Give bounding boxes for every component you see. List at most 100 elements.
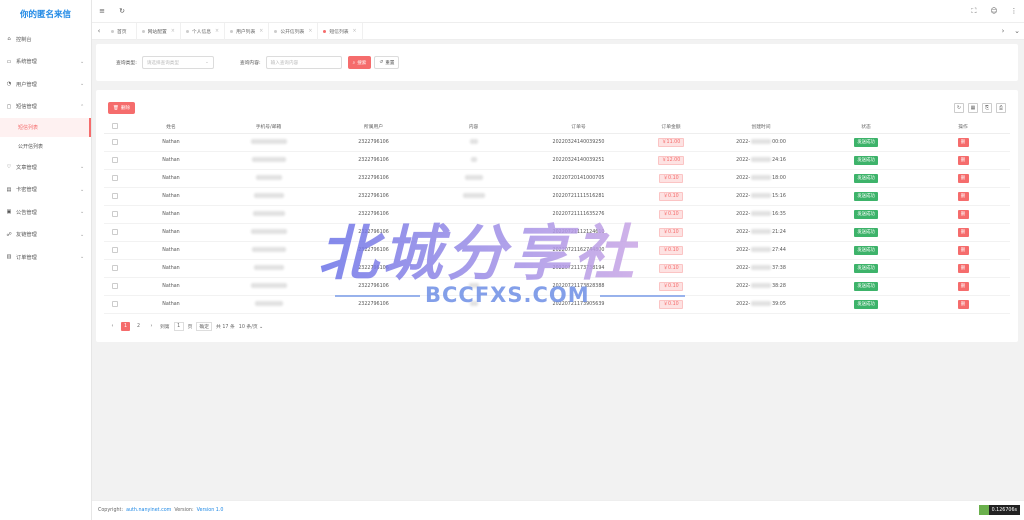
order-number-cell: 20220324140039250 bbox=[521, 133, 636, 152]
chevron-icon: ⌄ bbox=[80, 58, 85, 65]
column-header: 订单号 bbox=[521, 120, 636, 134]
column-header: 所属用户 bbox=[321, 120, 426, 134]
row-checkbox[interactable] bbox=[112, 210, 118, 217]
row-checkbox[interactable] bbox=[112, 156, 118, 163]
row-delete-button[interactable]: 删 bbox=[957, 155, 969, 165]
select-all-checkbox[interactable] bbox=[112, 123, 118, 129]
status-cell: 发送成功 bbox=[816, 241, 916, 260]
row-delete-button[interactable]: 删 bbox=[957, 281, 969, 291]
row-delete-button[interactable]: 删 bbox=[957, 209, 969, 219]
blurred-phone bbox=[253, 265, 284, 270]
column-header: 姓名 bbox=[126, 120, 216, 134]
notice-icon: ▣ bbox=[6, 209, 12, 216]
row-checkbox[interactable] bbox=[112, 192, 118, 199]
status-cell: 发送成功 bbox=[816, 169, 916, 188]
chevron-icon: ⌄ bbox=[80, 254, 85, 261]
order-icon: ▥ bbox=[6, 254, 12, 261]
name-cell: Nathan bbox=[126, 151, 216, 170]
amount-badge: ￥0.10 bbox=[659, 263, 683, 273]
tabs-scroll-left-icon[interactable]: ‹ bbox=[92, 23, 106, 40]
close-icon[interactable]: × bbox=[215, 29, 219, 34]
sidebar-item-label: 公告管理 bbox=[16, 209, 37, 216]
amount-cell: ￥0.10 bbox=[636, 223, 706, 242]
refresh-icon[interactable]: ↻ bbox=[112, 0, 132, 23]
row-checkbox[interactable] bbox=[112, 264, 118, 271]
row-checkbox[interactable] bbox=[112, 246, 118, 253]
close-icon[interactable]: × bbox=[171, 29, 175, 34]
blurred-phone bbox=[253, 193, 284, 198]
print-icon[interactable]: ⎙ bbox=[996, 103, 1006, 113]
page-2[interactable]: 2 bbox=[134, 322, 143, 331]
menu-toggle-icon[interactable]: ≡ bbox=[92, 0, 112, 23]
goto-page-input[interactable]: 1 bbox=[173, 322, 184, 331]
close-icon[interactable]: × bbox=[308, 29, 312, 34]
row-delete-button[interactable]: 删 bbox=[957, 137, 969, 147]
chevron-icon: ⌄ bbox=[80, 81, 85, 88]
page-size-select[interactable]: 10 条/页 ⌄ bbox=[239, 323, 263, 330]
refresh-table-icon[interactable]: ↻ bbox=[954, 103, 964, 113]
sidebar-item-card[interactable]: ▤ 卡密管理 ⌄ bbox=[0, 179, 91, 202]
tab-dot-icon bbox=[274, 29, 278, 33]
reset-button[interactable]: ↺ 重置 bbox=[374, 56, 400, 69]
sidebar-item-notice[interactable]: ▣ 公告管理 ⌄ bbox=[0, 201, 91, 224]
more-vertical-icon[interactable]: ⋮ bbox=[1004, 0, 1024, 23]
row-delete-button[interactable]: 删 bbox=[957, 299, 969, 309]
columns-icon[interactable]: ▦ bbox=[968, 103, 978, 113]
export-icon[interactable]: ⎘ bbox=[982, 103, 992, 113]
row-delete-button[interactable]: 删 bbox=[957, 173, 969, 183]
sidebar-item-message[interactable]: ▢ 短信管理 ⌃ bbox=[0, 96, 91, 119]
prev-page-icon[interactable]: ‹ bbox=[108, 322, 117, 331]
fullscreen-icon[interactable]: ⛶ bbox=[964, 0, 984, 23]
row-select-cell bbox=[104, 223, 126, 242]
blurred-time bbox=[751, 211, 772, 216]
tab-0[interactable]: 首页 bbox=[106, 22, 137, 40]
user-avatar-icon[interactable]: ☺ bbox=[984, 0, 1004, 23]
delete-button[interactable]: 🗑 删除 bbox=[108, 102, 136, 114]
tabs-scroll-right-icon[interactable]: › bbox=[996, 23, 1010, 40]
status-badge: 发送成功 bbox=[854, 227, 878, 237]
close-icon[interactable]: × bbox=[259, 29, 263, 34]
row-checkbox[interactable] bbox=[112, 228, 118, 235]
sidebar-item-home[interactable]: ⌂ 控制台 bbox=[0, 28, 91, 51]
sidebar-item-order[interactable]: ▥ 订单管理 ⌄ bbox=[0, 246, 91, 269]
app-logo[interactable]: 你的匿名来信 bbox=[0, 0, 91, 28]
sidebar-item-user[interactable]: ◔ 用户管理 ⌄ bbox=[0, 73, 91, 96]
created-time-cell: 2022- 24:16 bbox=[706, 151, 816, 170]
domain-link[interactable]: auth.nanyinet.com bbox=[126, 508, 171, 513]
row-checkbox[interactable] bbox=[112, 138, 118, 145]
sidebar-item-heart[interactable]: ♡ 文章管理 ⌄ bbox=[0, 156, 91, 179]
owner-user-cell: 2322796106 bbox=[321, 187, 426, 206]
submenu-item[interactable]: 短信列表 bbox=[0, 118, 91, 137]
sidebar-item-monitor[interactable]: ▭ 系统管理 ⌄ bbox=[0, 51, 91, 74]
trash-icon: 🗑 bbox=[113, 105, 119, 111]
submenu-item[interactable]: 公开信列表 bbox=[0, 137, 91, 156]
tab-2[interactable]: 个人信息 × bbox=[181, 22, 226, 40]
query-type-select[interactable]: 请选择查询类型 ⌄ bbox=[141, 56, 214, 69]
owner-user-cell: 2322796106 bbox=[321, 241, 426, 260]
tabs-dropdown-icon[interactable]: ⌄ bbox=[1010, 23, 1024, 40]
row-delete-button[interactable]: 删 bbox=[957, 245, 969, 255]
blurred-phone bbox=[250, 229, 287, 234]
select-all-header[interactable] bbox=[104, 120, 126, 134]
version-link[interactable]: Version 1.0 bbox=[197, 508, 224, 513]
status-badge: 发送成功 bbox=[854, 209, 878, 219]
next-page-icon[interactable]: › bbox=[147, 322, 156, 331]
query-content-input[interactable]: 输入查询内容 bbox=[265, 56, 342, 69]
tab-1[interactable]: 网站配置 × bbox=[137, 22, 181, 40]
sidebar-item-label: 系统管理 bbox=[16, 59, 37, 66]
tab-3[interactable]: 用户列表 × bbox=[225, 22, 270, 40]
row-delete-button[interactable]: 删 bbox=[957, 191, 969, 201]
tab-dot-icon bbox=[141, 29, 145, 33]
row-delete-button[interactable]: 删 bbox=[957, 263, 969, 273]
sidebar-item-link[interactable]: ☍ 友链管理 ⌄ bbox=[0, 224, 91, 247]
close-icon[interactable]: × bbox=[353, 29, 357, 34]
page-1[interactable]: 1 bbox=[121, 322, 130, 331]
row-checkbox[interactable] bbox=[112, 300, 118, 307]
row-delete-button[interactable]: 删 bbox=[957, 227, 969, 237]
goto-confirm-button[interactable]: 确定 bbox=[196, 322, 213, 331]
tab-4[interactable]: 公开信列表 × bbox=[269, 22, 319, 40]
search-button[interactable]: ⌕ 搜索 bbox=[347, 56, 372, 69]
row-checkbox[interactable] bbox=[112, 174, 118, 181]
tab-5[interactable]: 短信列表 × bbox=[318, 22, 363, 40]
row-checkbox[interactable] bbox=[112, 282, 118, 289]
